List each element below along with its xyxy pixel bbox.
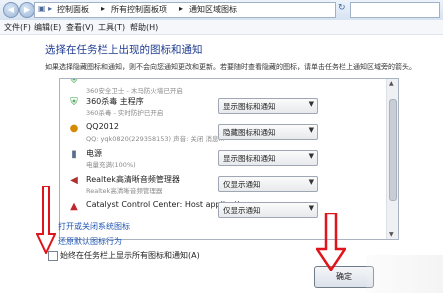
show-all-icons-label: 始终在任务栏上显示所有图标和通知(A) [60, 251, 200, 260]
item-description: 360杀毒 - 实时防护已开启 [86, 109, 164, 117]
page-title: 选择在任务栏上出现的图标和通知 [45, 44, 203, 56]
scroll-up-icon[interactable]: ▲ [389, 80, 394, 87]
menu-file[interactable]: 文件(F) [4, 22, 31, 33]
breadcrumb-item[interactable]: 通知区域图标 [189, 4, 237, 15]
breadcrumb-item[interactable]: 控制面板 [57, 4, 89, 15]
item-description: QQ: yqk0820(229358153) 声音: 关闭 消息... [86, 135, 225, 143]
back-arrow-icon[interactable]: ◀ [3, 2, 19, 18]
red-arrow-icon [36, 186, 56, 254]
behavior-dropdown[interactable]: 显示图标和通知 ▼ [218, 98, 318, 114]
menu-help[interactable]: 帮助(H) [130, 22, 158, 33]
chevron-down-icon: ▼ [308, 204, 314, 212]
item-name: QQ2012 [86, 122, 119, 131]
watermark-area [366, 255, 443, 293]
chevron-down-icon: ▼ [308, 100, 314, 108]
refresh-icon[interactable]: ↻ [338, 3, 348, 15]
item-description: 电量充满(100%) [86, 161, 136, 169]
breadcrumb-item[interactable]: 所有控制面板项 [111, 4, 167, 15]
forward-arrow-icon[interactable]: ▶ [19, 2, 35, 18]
chevron-down-icon: ▼ [308, 126, 314, 134]
menu-edit[interactable]: 编辑(E) [34, 22, 61, 33]
breadcrumb-separator-icon: ▸ [179, 4, 184, 13]
speaker-icon: ◀ [70, 175, 78, 186]
scroll-down-icon[interactable]: ▼ [389, 231, 394, 238]
qq-penguin-icon: ● [69, 123, 79, 134]
system-icons-link[interactable]: 打开或关闭系统图标 [58, 221, 130, 232]
breadcrumb[interactable]: ▣ ▸ 控制面板 ▸ 所有控制面板项 ▸ 通知区域图标 [34, 2, 336, 18]
folder-icon: ▣ ▸ [38, 4, 53, 13]
shield-icon: ⛨ [70, 97, 78, 108]
shield-icon: ⛨ [70, 78, 78, 86]
list-item: ▮ 电源 电量充满(100%) 显示图标和通知 ▼ [60, 145, 386, 171]
behavior-dropdown[interactable]: 隐藏图标和通知 ▼ [218, 124, 318, 140]
battery-icon: ▮ [71, 149, 77, 160]
breadcrumb-separator-icon: ▸ [101, 4, 106, 13]
page-description: 如果选择隐藏图标和通知，则不会向您通知更改和更新。若要随时查看隐藏的图标，请单击… [45, 63, 416, 71]
item-description: Realtek高清晰音频管理器 [86, 187, 163, 195]
list-item: ● QQ2012 QQ: yqk0820(229358153) 声音: 关闭 消… [60, 119, 386, 145]
chevron-down-icon: ▼ [308, 178, 314, 186]
red-arrow-icon [316, 213, 346, 271]
address-bar: ◀ ▶ ▣ ▸ 控制面板 ▸ 所有控制面板项 ▸ 通知区域图标 ↻ [0, 0, 443, 21]
item-name: 电源 [86, 149, 102, 158]
behavior-dropdown[interactable]: 显示图标和通知 ▼ [218, 150, 318, 166]
behavior-dropdown[interactable]: 仅显示通知 ▼ [218, 176, 318, 192]
item-name: 360杀毒 主程序 [86, 97, 144, 106]
scrollbar[interactable]: ▲ ▼ [386, 79, 398, 239]
restore-defaults-link[interactable]: 还原默认图标行为 [58, 236, 122, 247]
notification-icon-list[interactable]: ⛨ 360安全卫士 - 木马防火墙已开启 ⛨ 360杀毒 主程序 360杀毒 -… [59, 78, 399, 240]
chevron-down-icon: ▼ [308, 152, 314, 160]
list-item: ⛨ 360杀毒 主程序 360杀毒 - 实时防护已开启 显示图标和通知 ▼ [60, 93, 386, 119]
search-input[interactable] [350, 2, 440, 18]
menu-tools[interactable]: 工具(T) [98, 22, 125, 33]
menu-bar: 文件(F) 编辑(E) 查看(V) 工具(T) 帮助(H) [0, 20, 443, 35]
behavior-dropdown[interactable]: 仅显示通知 ▼ [218, 202, 318, 218]
item-name: Realtek高清晰音频管理器 [86, 175, 180, 184]
scrollbar-thumb[interactable] [389, 99, 397, 201]
menu-view[interactable]: 查看(V) [66, 22, 94, 33]
list-item: ◀ Realtek高清晰音频管理器 Realtek高清晰音频管理器 仅显示通知 … [60, 171, 386, 197]
catalyst-icon: ▲ [70, 201, 78, 212]
